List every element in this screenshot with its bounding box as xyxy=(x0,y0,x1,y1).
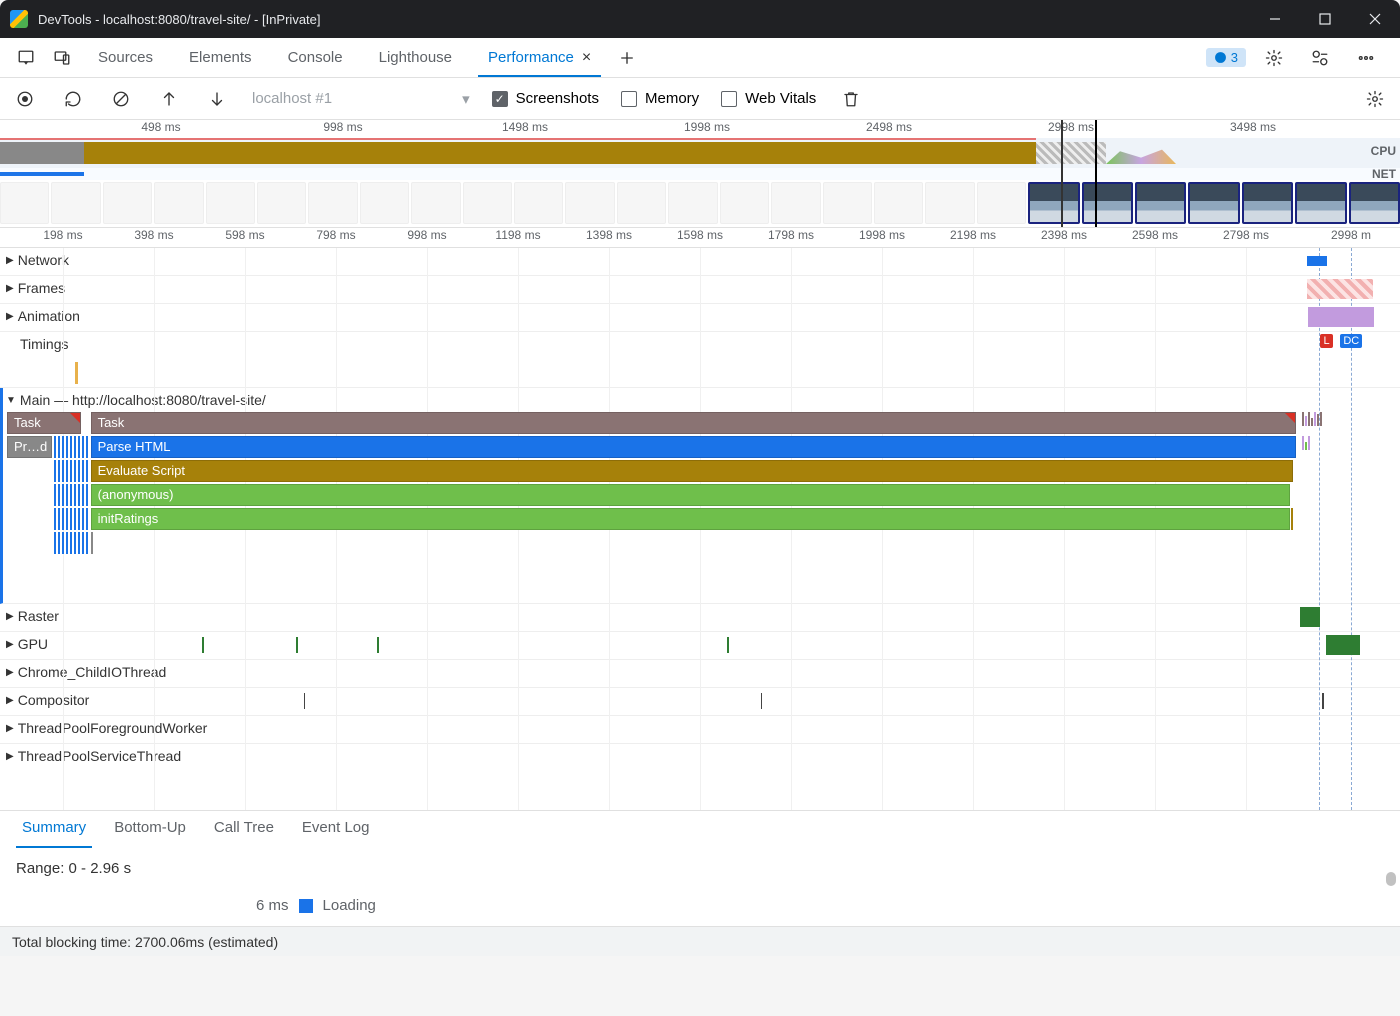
overview-cursor-b[interactable] xyxy=(1095,120,1097,227)
track-network[interactable]: ▶Network xyxy=(0,248,1400,276)
settings-gear-icon[interactable] xyxy=(1256,49,1292,67)
track-raster[interactable]: ▶Raster xyxy=(0,604,1400,632)
net-overview: NET xyxy=(0,168,1400,180)
expand-icon[interactable]: ▶ xyxy=(6,695,14,706)
more-menu-icon[interactable] xyxy=(1348,49,1384,67)
overview-panel[interactable]: 498 ms 998 ms 1498 ms 1998 ms 2498 ms 29… xyxy=(0,120,1400,228)
overview-cursor[interactable] xyxy=(1061,120,1063,227)
cpu-label: CPU xyxy=(1371,144,1396,158)
flame-task[interactable]: Task xyxy=(91,412,1296,434)
minimize-button[interactable] xyxy=(1250,0,1300,38)
profile-selector[interactable]: localhost #1▾ xyxy=(252,90,470,108)
add-tab-button[interactable] xyxy=(609,38,645,77)
flame-process[interactable]: Pr…d xyxy=(7,436,52,458)
summary-range: Range: 0 - 2.96 s xyxy=(16,860,1384,877)
timing-marker-dc[interactable]: DC xyxy=(1340,334,1362,348)
tab-call-tree[interactable]: Call Tree xyxy=(200,811,288,848)
clear-button[interactable] xyxy=(108,86,134,112)
garbage-collect-icon[interactable] xyxy=(838,86,864,112)
screenshots-strip xyxy=(0,180,1400,226)
timeline-ruler[interactable]: 198 ms 398 ms 598 ms 798 ms 998 ms 1198 … xyxy=(0,228,1400,248)
track-compositor[interactable]: ▶Compositor xyxy=(0,688,1400,716)
details-tabs: Summary Bottom-Up Call Tree Event Log xyxy=(0,810,1400,848)
track-main[interactable]: ▼Main — http://localhost:8080/travel-sit… xyxy=(0,388,1400,604)
maximize-button[interactable] xyxy=(1300,0,1350,38)
customize-icon[interactable] xyxy=(1302,49,1338,67)
device-toolbar-icon[interactable] xyxy=(44,38,80,77)
summary-panel: Range: 0 - 2.96 s 6 ms Loading xyxy=(0,848,1400,926)
close-tab-icon[interactable]: × xyxy=(582,49,591,67)
track-gpu[interactable]: ▶GPU xyxy=(0,632,1400,660)
flame-initratings[interactable]: initRatings xyxy=(91,508,1290,530)
dropdown-icon: ▾ xyxy=(462,90,470,108)
flame-parse-html[interactable]: Parse HTML xyxy=(91,436,1296,458)
scrollbar-thumb[interactable] xyxy=(1386,872,1396,886)
track-childio[interactable]: ▶Chrome_ChildIOThread xyxy=(0,660,1400,688)
expand-icon[interactable]: ▶ xyxy=(6,255,14,266)
expand-icon[interactable]: ▶ xyxy=(6,611,14,622)
issues-pill[interactable]: 3 xyxy=(1206,48,1246,67)
blocking-time-status: Total blocking time: 2700.06ms (estimate… xyxy=(12,934,278,950)
track-fgworker[interactable]: ▶ThreadPoolForegroundWorker xyxy=(0,716,1400,744)
record-button[interactable] xyxy=(12,86,38,112)
tab-console[interactable]: Console xyxy=(270,38,361,77)
tab-performance[interactable]: Performance× xyxy=(470,38,609,77)
window-titlebar: DevTools - localhost:8080/travel-site/ -… xyxy=(0,0,1400,38)
net-label: NET xyxy=(1372,167,1396,181)
memory-checkbox[interactable]: Memory xyxy=(621,90,699,107)
capture-settings-gear-icon[interactable] xyxy=(1362,86,1388,112)
expand-icon[interactable]: ▶ xyxy=(6,723,14,734)
close-window-button[interactable] xyxy=(1350,0,1400,38)
status-bar: Total blocking time: 2700.06ms (estimate… xyxy=(0,926,1400,956)
expand-icon[interactable]: ▶ xyxy=(6,751,14,762)
window-title: DevTools - localhost:8080/travel-site/ -… xyxy=(38,12,321,27)
upload-button[interactable] xyxy=(156,86,182,112)
expand-icon[interactable]: ▶ xyxy=(6,283,14,294)
flame-task[interactable]: Task xyxy=(7,412,81,434)
timing-marker-l[interactable]: L xyxy=(1320,334,1332,348)
performance-toolbar: localhost #1▾ Screenshots Memory Web Vit… xyxy=(0,78,1400,120)
track-svcthread[interactable]: ▶ThreadPoolServiceThread xyxy=(0,744,1400,772)
overview-ruler: 498 ms 998 ms 1498 ms 1998 ms 2498 ms 29… xyxy=(0,120,1400,138)
cpu-overview: CPU xyxy=(0,138,1400,168)
flame-chart-panel[interactable]: ▶Network ▶Frames ▶Animation Timings L DC… xyxy=(0,248,1400,810)
download-button[interactable] xyxy=(204,86,230,112)
web-vitals-checkbox[interactable]: Web Vitals xyxy=(721,90,816,107)
devtools-app-icon xyxy=(10,10,28,28)
track-animation[interactable]: ▶Animation xyxy=(0,304,1400,332)
tab-elements[interactable]: Elements xyxy=(171,38,270,77)
expand-icon[interactable]: ▶ xyxy=(6,311,14,322)
track-frames[interactable]: ▶Frames xyxy=(0,276,1400,304)
loading-color-swatch xyxy=(299,899,313,913)
track-timings[interactable]: Timings L DC xyxy=(0,332,1400,388)
tab-event-log[interactable]: Event Log xyxy=(288,811,384,848)
collapse-icon[interactable]: ▼ xyxy=(6,395,16,406)
loading-time-value: 6 ms xyxy=(256,897,289,914)
reload-record-button[interactable] xyxy=(60,86,86,112)
devtools-tabs: Sources Elements Console Lighthouse Perf… xyxy=(0,38,1400,78)
expand-icon[interactable]: ▶ xyxy=(6,639,14,650)
inspect-element-icon[interactable] xyxy=(8,38,44,77)
loading-label: Loading xyxy=(323,897,376,914)
screenshots-checkbox[interactable]: Screenshots xyxy=(492,90,599,107)
tab-bottom-up[interactable]: Bottom-Up xyxy=(100,811,200,848)
expand-icon[interactable]: ▶ xyxy=(6,667,14,678)
flame-evaluate-script[interactable]: Evaluate Script xyxy=(91,460,1293,482)
tab-sources[interactable]: Sources xyxy=(80,38,171,77)
flame-anonymous[interactable]: (anonymous) xyxy=(91,484,1290,506)
tab-lighthouse[interactable]: Lighthouse xyxy=(361,38,470,77)
tab-summary[interactable]: Summary xyxy=(8,811,100,848)
